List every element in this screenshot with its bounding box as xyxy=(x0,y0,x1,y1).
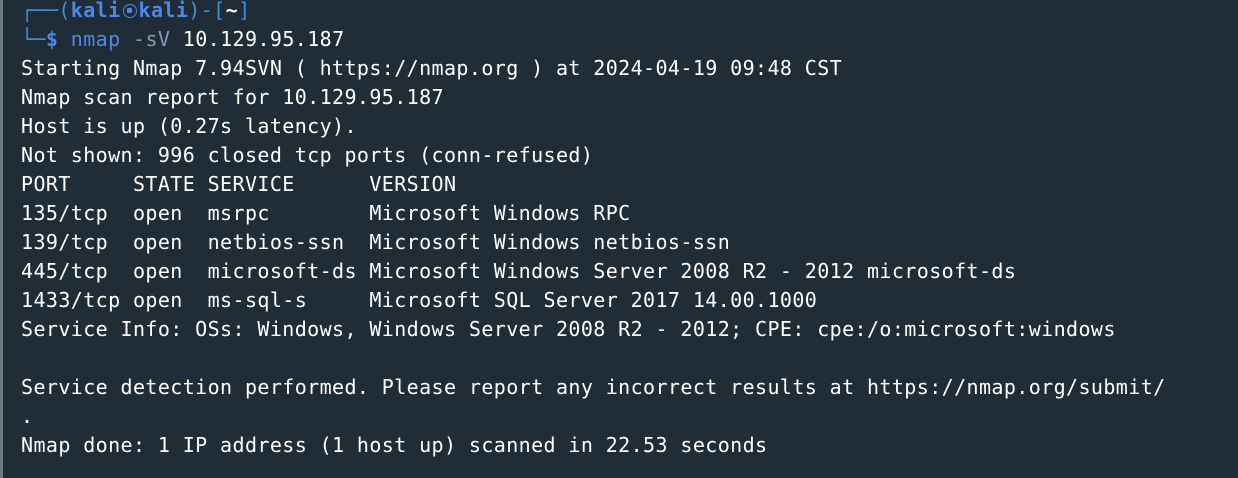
output-port-row: 135/tcp open msrpc Microsoft Windows RPC xyxy=(21,201,631,225)
prompt-frame-top: ┌──( xyxy=(21,0,71,22)
output-line: Host is up (0.27s latency). xyxy=(21,114,357,138)
prompt-user: kali xyxy=(70,0,121,22)
command-flag: -sV xyxy=(133,27,171,51)
command-target: 10.129.95.187 xyxy=(182,27,345,51)
prompt-symbol: $ xyxy=(45,27,59,51)
output-line: . xyxy=(21,404,34,428)
output-service-info: Service Info: OSs: Windows, Windows Serv… xyxy=(21,317,1116,341)
output-table-header: PORT STATE SERVICE VERSION xyxy=(21,172,457,196)
command-name: nmap xyxy=(70,27,121,51)
output-summary: Nmap done: 1 IP address (1 host up) scan… xyxy=(21,433,768,457)
prompt-header-line: ┌──(kali kali)-[~] xyxy=(21,0,251,25)
command-line[interactable]: └─$ nmap -sV 10.129.95.187 xyxy=(21,25,345,54)
output-port-row: 1433/tcp open ms-sql-s Microsoft SQL Ser… xyxy=(21,288,818,312)
kali-skull-icon xyxy=(122,4,137,18)
output-line: Nmap scan report for 10.129.95.187 xyxy=(21,85,444,109)
prompt-frame-bottom: └─ xyxy=(21,27,46,51)
terminal-window[interactable]: ┌──(kali kali)-[~] └─$ nmap -sV 10.129.95… xyxy=(0,0,1238,478)
output-port-row: 139/tcp open netbios-ssn Microsoft Windo… xyxy=(21,230,731,254)
output-line: Service detection performed. Please repo… xyxy=(21,375,1166,399)
output-port-row: 445/tcp open microsoft-ds Microsoft Wind… xyxy=(21,259,1017,283)
output-line: Not shown: 996 closed tcp ports (conn-re… xyxy=(21,143,594,167)
output-line: Starting Nmap 7.94SVN ( https://nmap.org… xyxy=(21,56,843,80)
prompt-frame-mid: )-[ xyxy=(188,0,226,22)
prompt-host: kali xyxy=(138,0,189,22)
prompt-cwd: ~ xyxy=(225,0,239,22)
prompt-frame-end: ] xyxy=(238,0,251,22)
